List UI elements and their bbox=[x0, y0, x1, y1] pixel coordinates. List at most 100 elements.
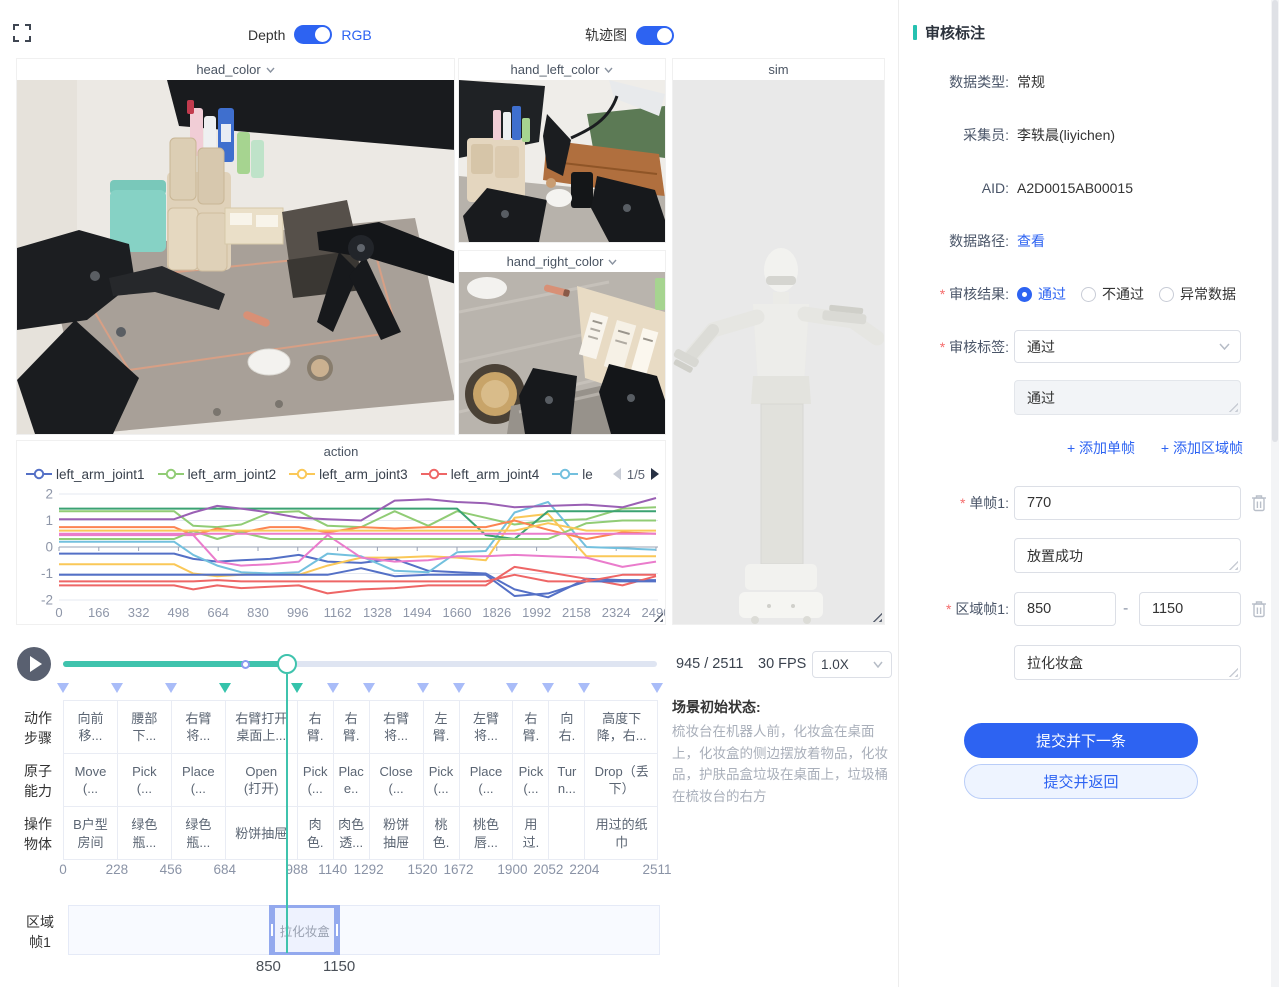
timeline-marker-1520[interactable] bbox=[417, 683, 429, 693]
step-cell: 向 右. bbox=[549, 701, 584, 754]
delete-single-frame-icon[interactable] bbox=[1251, 494, 1267, 512]
radio-option-通过[interactable]: 通过 bbox=[1017, 284, 1066, 304]
single-frame-dot-marker[interactable] bbox=[241, 660, 250, 669]
legend-item-left_arm_joint2[interactable]: left_arm_joint2 bbox=[158, 467, 277, 482]
camera-title-label: sim bbox=[768, 62, 788, 77]
ability-cell: Tur n... bbox=[549, 754, 584, 807]
chevron-down-icon bbox=[873, 661, 883, 668]
timeline-marker-2204[interactable] bbox=[578, 683, 590, 693]
camera-select-hand-left[interactable]: hand_left_color bbox=[459, 59, 665, 80]
scrollbar-thumb[interactable] bbox=[1272, 0, 1278, 442]
scene-state-title: 场景初始状态: bbox=[672, 697, 891, 717]
panel-scrollbar[interactable] bbox=[1271, 0, 1279, 987]
review-tag-select[interactable]: 通过 bbox=[1014, 330, 1241, 363]
legend-label: left_arm_joint3 bbox=[319, 467, 408, 482]
head-camera-scene bbox=[17, 80, 454, 434]
input-value: 1150 bbox=[1152, 601, 1183, 617]
resize-handle[interactable] bbox=[1228, 667, 1238, 677]
play-button[interactable] bbox=[17, 647, 51, 681]
region-start-input[interactable]: 850 bbox=[1014, 592, 1116, 626]
radio-option-异常数据[interactable]: 异常数据 bbox=[1159, 284, 1236, 304]
add-region-frame-link[interactable]: + 添加区域帧 bbox=[1161, 440, 1243, 456]
timeline-marker-2511[interactable] bbox=[651, 683, 663, 693]
resize-handle[interactable] bbox=[1228, 402, 1238, 412]
object-cell: 绿色 瓶... bbox=[118, 807, 171, 860]
chevron-down-icon bbox=[266, 67, 275, 73]
object-cell bbox=[549, 807, 584, 860]
timeline-marker-1140[interactable] bbox=[327, 683, 339, 693]
camera-title-label: head_color bbox=[196, 62, 260, 77]
single-frame-input[interactable]: 770 bbox=[1014, 486, 1241, 520]
timeline-marker-1672[interactable] bbox=[453, 683, 465, 693]
review-tag-label: 审核标签: bbox=[899, 330, 1009, 364]
timeline-slider-handle[interactable] bbox=[277, 654, 297, 674]
data-path-link[interactable]: 查看 bbox=[1017, 231, 1045, 251]
submit-back-button[interactable]: 提交并返回 bbox=[964, 764, 1198, 799]
add-single-frame-link[interactable]: + 添加单帧 bbox=[1067, 440, 1135, 456]
trajectory-label: 轨迹图 bbox=[585, 25, 627, 45]
sim-panel-title: sim bbox=[673, 59, 884, 80]
region-segment[interactable]: 拉化妆盒 bbox=[269, 905, 340, 955]
object-cell: B户型 房间 bbox=[64, 807, 117, 860]
timeline-marker-1900[interactable] bbox=[506, 683, 518, 693]
x-axis-tick-label: 664 bbox=[207, 605, 229, 620]
step-cell: 右臂 将... bbox=[172, 701, 225, 754]
header-accent-bar bbox=[913, 25, 917, 40]
speed-select[interactable]: 1.0X bbox=[812, 651, 892, 678]
region-end-label: 1150 bbox=[304, 958, 374, 975]
hand-right-camera-view bbox=[459, 272, 665, 434]
step-column: 右臂 将...Close (...粉饼 抽屉 bbox=[370, 701, 424, 859]
review-result-label: 审核结果: bbox=[899, 284, 1009, 304]
review-tag-comment-textarea[interactable]: 通过 bbox=[1014, 380, 1241, 415]
camera-title-label: hand_left_color bbox=[511, 62, 600, 77]
x-axis-tick-label: 1660 bbox=[443, 605, 472, 620]
object-cell: 桃色 唇... bbox=[460, 807, 513, 860]
legend-item-le[interactable]: le bbox=[552, 467, 593, 482]
scene-state-text: 梳妆台在机器人前，化妆盒在桌面上，化妆盒的侧边摆放着物品，化妆品，护肤品盒垃圾在… bbox=[672, 721, 891, 807]
radio-option-不通过[interactable]: 不通过 bbox=[1081, 284, 1144, 304]
timeline-marker-0[interactable] bbox=[57, 683, 69, 693]
single-frame-comment-textarea[interactable]: 放置成功 bbox=[1014, 538, 1241, 573]
timeline-slider-fill bbox=[63, 661, 287, 667]
object-cell: 桃 色. bbox=[424, 807, 459, 860]
timeline-marker-2052[interactable] bbox=[542, 683, 554, 693]
submit-next-button[interactable]: 提交并下一条 bbox=[964, 723, 1198, 758]
timeline-marker-684[interactable] bbox=[219, 683, 231, 693]
step-column: 左 臂.Pick (...桃 色. bbox=[424, 701, 460, 859]
region-drag-handle-right[interactable] bbox=[336, 924, 338, 936]
radio-icon bbox=[1159, 287, 1174, 302]
radio-icon bbox=[1017, 287, 1032, 302]
y-axis-tick-label: 2 bbox=[45, 487, 53, 502]
legend-item-left_arm_joint1[interactable]: left_arm_joint1 bbox=[26, 467, 145, 482]
action-title-label: action bbox=[324, 444, 359, 459]
x-axis-tick-label: 1992 bbox=[522, 605, 551, 620]
pager-prev-icon[interactable] bbox=[613, 468, 621, 480]
trajectory-toggle[interactable] bbox=[636, 26, 674, 45]
row-label-object: 操作 物体 bbox=[18, 814, 58, 855]
head-camera-view bbox=[17, 80, 454, 434]
chart-legend: left_arm_joint1 left_arm_joint2 left_arm… bbox=[26, 467, 611, 482]
pager-next-icon[interactable] bbox=[651, 468, 659, 480]
region-end-input[interactable]: 1150 bbox=[1139, 592, 1241, 626]
camera-select-hand-right[interactable]: hand_right_color bbox=[459, 251, 665, 272]
region-comment-textarea[interactable]: 拉化妆盒 bbox=[1014, 645, 1241, 680]
camera-select-head[interactable]: head_color bbox=[17, 59, 454, 80]
ability-cell: Pick (... bbox=[298, 754, 333, 807]
timeline-marker-228[interactable] bbox=[111, 683, 123, 693]
ability-cell: Drop（丢 下） bbox=[585, 754, 658, 807]
steps-table: 向前 移...Move (...B户型 房间腰部 下...Pick (...绿色… bbox=[63, 700, 658, 860]
object-cell: 粉饼 抽屉 bbox=[370, 807, 423, 860]
legend-item-left_arm_joint3[interactable]: left_arm_joint3 bbox=[289, 467, 408, 482]
frame-axis-label: 1672 bbox=[429, 862, 489, 877]
ability-cell: Pick (... bbox=[513, 754, 548, 807]
timeline-marker-988[interactable] bbox=[291, 683, 303, 693]
timeline-marker-1292[interactable] bbox=[363, 683, 375, 693]
legend-item-left_arm_joint4[interactable]: left_arm_joint4 bbox=[421, 467, 540, 482]
region-drag-handle-left[interactable] bbox=[271, 924, 273, 936]
resize-handle[interactable] bbox=[1228, 560, 1238, 570]
region-band[interactable]: 拉化妆盒 bbox=[68, 905, 660, 955]
depth-rgb-toggle[interactable] bbox=[294, 25, 332, 44]
delete-region-frame-icon[interactable] bbox=[1251, 600, 1267, 618]
fullscreen-icon[interactable] bbox=[13, 24, 31, 42]
timeline-marker-456[interactable] bbox=[165, 683, 177, 693]
